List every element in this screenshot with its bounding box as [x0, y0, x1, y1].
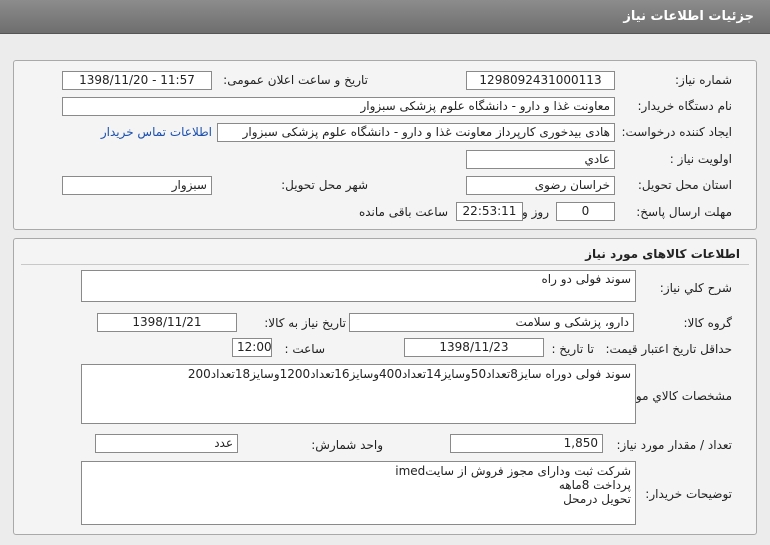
announce-datetime-field: 1398/11/20 - 11:57 [62, 71, 212, 90]
goods-group-label: گروه کالا: [683, 316, 733, 330]
deadline-days-field: 0 [556, 202, 615, 221]
remaining-time-label: ساعت باقی مانده [358, 205, 448, 219]
creator-field: هادی بیدخوری کارپرداز معاونت غذا و دارو … [217, 123, 615, 142]
deadline-time-field: 22:53:11 [456, 202, 523, 221]
unit-label: واحد شمارش: [311, 438, 383, 452]
general-desc-label: شرح کلي نیاز: [659, 281, 732, 295]
response-deadline-label: مهلت ارسال پاسخ: [636, 205, 732, 219]
general-desc-field: سوند فولی دو راه [81, 270, 636, 302]
goods-group-field: دارو، پزشکی و سلامت [349, 313, 634, 332]
quantity-field: 1,850 [450, 434, 603, 453]
creator-label: ایجاد کننده درخواست: [621, 125, 732, 139]
buyer-org-field: معاونت غذا و دارو - دانشگاه علوم پزشکی س… [62, 97, 615, 116]
min-price-validity-label: حداقل تاریخ اعتبار قیمت: [605, 342, 732, 356]
priority-field: عادي [466, 150, 615, 169]
buyer-org-label: نام دستگاه خریدار: [637, 99, 733, 113]
priority-label: اولویت نیاز : [669, 152, 732, 166]
delivery-city-label: شهر محل تحویل: [281, 178, 368, 192]
until-date-label: تا تاریخ : [551, 342, 594, 356]
page-title: جزئیات اطلاعات نیاز [623, 9, 754, 24]
buyer-notes-field: شرکت ثبت ودارای مجوز فروش از سایتimed پر… [81, 461, 636, 525]
goods-section-title: اطلاعات کالاهای مورد نیاز [585, 247, 740, 261]
section-divider [21, 264, 749, 265]
title-bar: جزئیات اطلاعات نیاز [0, 0, 770, 34]
validity-time-label: ساعت : [284, 342, 325, 356]
delivery-province-label: استان محل تحویل: [637, 178, 732, 192]
validity-time-field: 12:00 [232, 338, 272, 357]
need-date-label: تاریخ نیاز به کالا: [264, 316, 346, 330]
buyer-contact-link[interactable]: اطلاعات تماس خریدار [101, 125, 212, 139]
need-number-field: 1298092431000113 [466, 71, 615, 90]
goods-spec-field: سوند فولی دوراه سایز8تعداد50وسایز14تعداد… [81, 364, 636, 424]
need-date-field: 1398/11/21 [97, 313, 237, 332]
delivery-province-field: خراسان رضوی [466, 176, 615, 195]
unit-field: عدد [95, 434, 238, 453]
delivery-city-field: سبزوار [62, 176, 212, 195]
days-word: روز و [522, 205, 549, 219]
need-number-label: شماره نیاز: [675, 73, 732, 87]
announce-datetime-label: تاریخ و ساعت اعلان عمومی: [223, 73, 368, 87]
quantity-label: تعداد / مقدار مورد نیاز: [616, 438, 732, 452]
buyer-notes-label: توضیحات خریدار: [645, 487, 732, 501]
validity-date-field: 1398/11/23 [404, 338, 544, 357]
